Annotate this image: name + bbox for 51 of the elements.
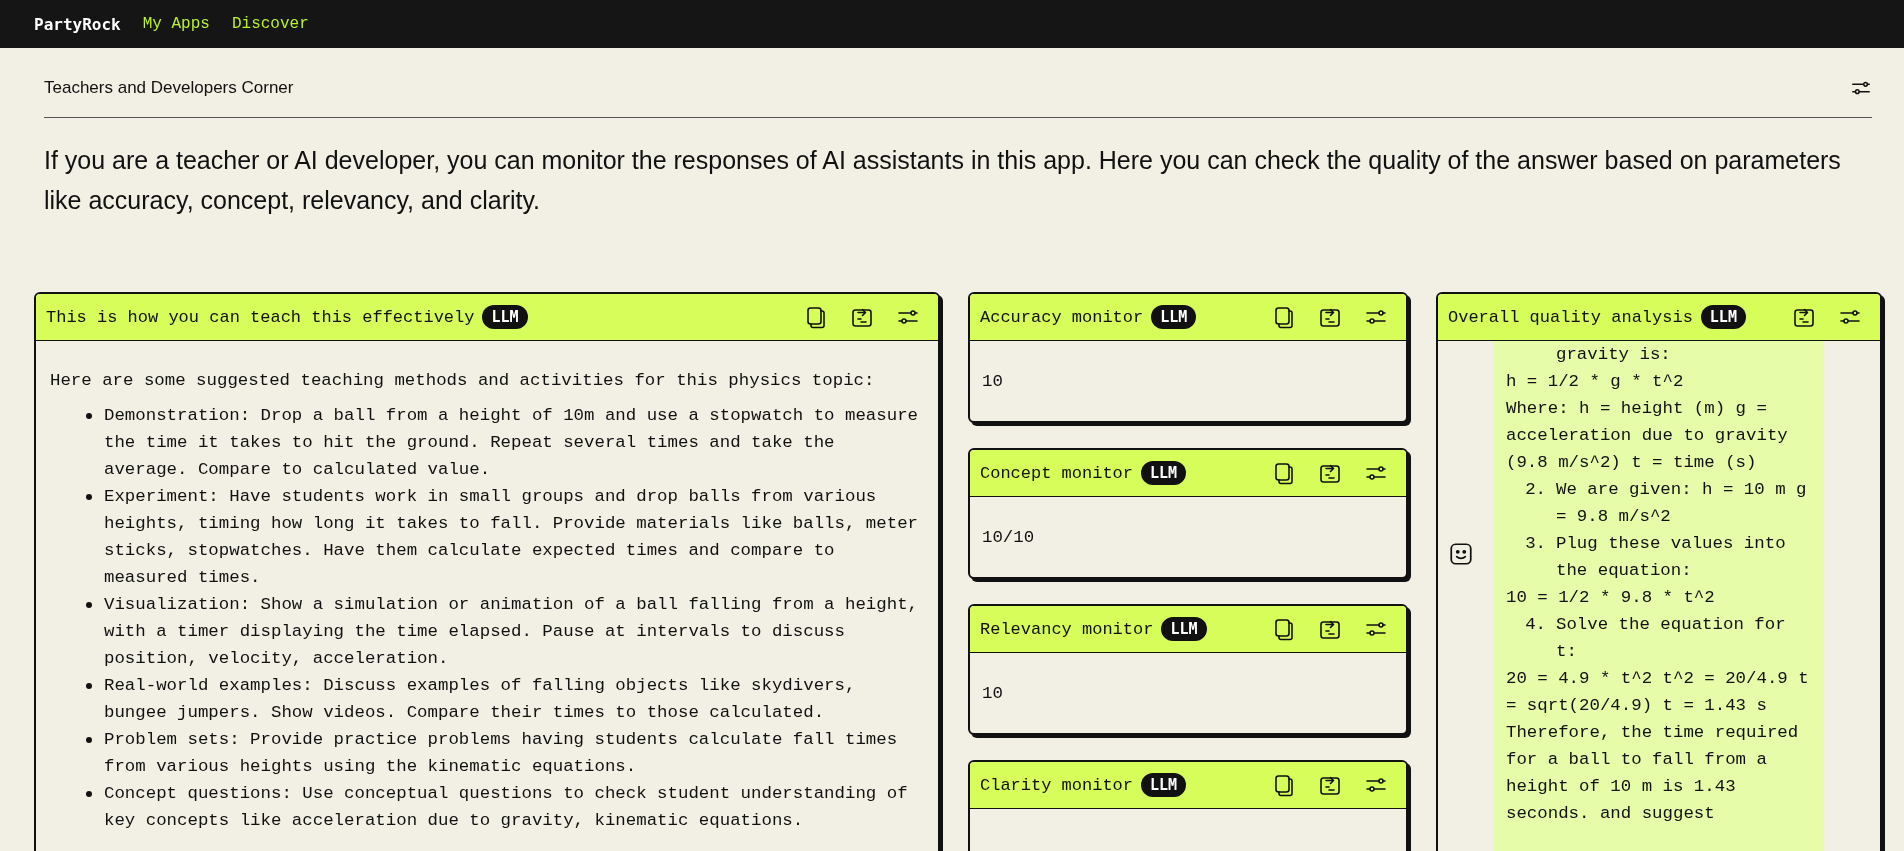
llm-badge: LLM — [1700, 305, 1746, 329]
llm-badge: LLM — [1151, 305, 1197, 329]
list-item-text: Visualization: Show a simulation or animation of a ball falling from a height, with a timer displaying the time elapsed. Pause at intervals to discuss position, velocity, acceleration. — [104, 594, 919, 670]
card-title: This is how you can teach this effectively — [46, 307, 475, 327]
bullet-icon — [86, 413, 92, 419]
list-item-text: Real-world examples: Discuss examples of falling objects like skydivers, bungee jumpers. Show videos. Compare their times to those calculated. — [104, 675, 857, 724]
copy-icon[interactable] — [1272, 461, 1296, 485]
list-number: 2. — [1524, 479, 1547, 501]
nav-link[interactable]: Discover — [231, 15, 309, 33]
message-text: Where: h = height (m) g = acceleration due to gravity (9.8 m/s^2) t = time (s) — [1506, 398, 1789, 474]
card-title: Clarity monitor — [980, 775, 1134, 795]
list-number: 3. — [1524, 533, 1547, 555]
card-title: Concept monitor — [980, 463, 1134, 483]
copy-icon[interactable] — [1272, 305, 1296, 329]
message-text: gravity is: — [1555, 344, 1672, 366]
message-text: Therefore, the time required for a ball to fall from a height of 10 m is 1.43 seconds. and suggest — [1506, 722, 1800, 825]
list-item-text: Concept questions: Use conceptual questions to check student understanding of key concepts like acceleration due to gravity, kinematic equations. — [104, 783, 909, 832]
list-item-text: Problem sets: Provide practice problems having students calculate fall times from various heights using the kinematic equations. — [104, 729, 899, 778]
message-text: We are given: h = 10 m g = 9.8 m/s^2 — [1556, 479, 1808, 528]
bullet-icon — [86, 737, 92, 743]
monitor-value: 10 — [982, 682, 1003, 705]
card-title: Relevancy monitor — [980, 619, 1154, 639]
bullet-icon — [86, 494, 92, 500]
section-title: Teachers and Developers Corner — [44, 77, 294, 98]
bullet-icon — [86, 791, 92, 797]
monitor-value: 10/10 — [982, 526, 1035, 549]
llm-badge: LLM — [482, 305, 528, 329]
message-text: 20 = 4.9 * t^2 t^2 = 20/4.9 t = sqrt(20/4.9) t = 1.43 s — [1506, 668, 1810, 717]
monitor-value: 10 — [982, 370, 1003, 393]
bullet-icon — [86, 683, 92, 689]
bot-face-icon — [1448, 541, 1474, 567]
copy-icon[interactable] — [804, 305, 828, 329]
llm-badge: LLM — [1141, 773, 1187, 797]
section-description: If you are a teacher or AI developer, you can monitor the responses of AI assistants in this app. Here you can check the quality of the answer based on parameters like accuracy, concept, relevancy, and clarity. — [44, 145, 1842, 216]
list-number: 4. — [1524, 614, 1547, 636]
copy-icon[interactable] — [1272, 617, 1296, 641]
llm-badge: LLM — [1161, 617, 1207, 641]
message-text: Solve the equation for t: — [1556, 614, 1787, 663]
llm-badge: LLM — [1141, 461, 1187, 485]
message-text: h = 1/2 * g * t^2 — [1506, 371, 1685, 393]
response-text: Here are some suggested teaching methods and activities for this physics topic: — [50, 370, 876, 392]
copy-icon[interactable] — [1272, 773, 1296, 797]
message-text: Plug these values into the equation: — [1556, 533, 1787, 582]
card-title: Overall quality analysis — [1448, 307, 1693, 327]
brand-logo[interactable]: PartyRock — [34, 14, 121, 34]
list-item-text: Experiment: Have students work in small groups and drop balls from various heights, timing how long it takes to fall. Provide materials like balls, meter sticks, stopwatches. Have them calculate expected times and compare to measured times. — [104, 486, 919, 589]
message-text: 10 = 1/2 * 9.8 * t^2 — [1506, 587, 1716, 609]
nav-link[interactable]: My Apps — [142, 15, 210, 33]
bullet-icon — [86, 602, 92, 608]
card-title: Accuracy monitor — [980, 307, 1144, 327]
list-item-text: Demonstration: Drop a ball from a height of 10m and use a stopwatch to measure the time it takes to hit the ground. Repeat several times and take the average. Compare to calculated value. — [104, 405, 919, 481]
